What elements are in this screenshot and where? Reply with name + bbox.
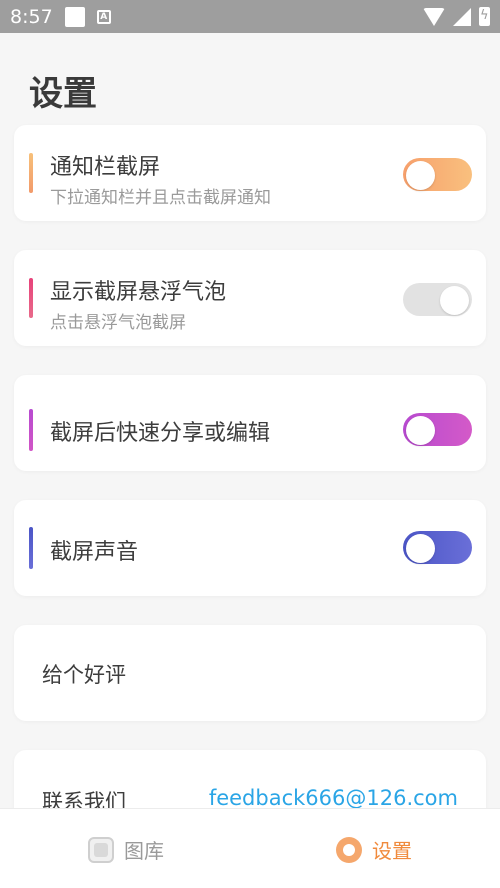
setting-notification-screenshot[interactable]: 通知栏截屏 下拉通知栏并且点击截屏通知 (14, 125, 486, 221)
contact-email-link[interactable]: feedback666@126.com (209, 786, 458, 810)
gallery-icon (88, 836, 114, 863)
setting-title: 截屏声音 (50, 540, 139, 565)
accent-bar (29, 527, 33, 569)
screenshot-sound-toggle[interactable] (403, 531, 472, 564)
setting-quick-share-edit[interactable]: 截屏后快速分享或编辑 (14, 375, 486, 471)
nav-settings-label: 设置 (372, 839, 412, 863)
toggle-knob (406, 534, 435, 563)
accent-bar (29, 409, 33, 451)
status-bar: 8:57 A (0, 0, 500, 33)
status-time: 8:57 (10, 5, 53, 28)
setting-subtitle: 下拉通知栏并且点击截屏通知 (50, 188, 271, 208)
bottom-navigation: 图库 设置 (0, 808, 500, 888)
settings-icon (336, 836, 362, 863)
floating-bubble-toggle[interactable] (403, 283, 472, 316)
notification-screenshot-toggle[interactable] (403, 158, 472, 191)
accent-bar (29, 153, 33, 193)
accent-bar (29, 278, 33, 318)
quick-share-edit-toggle[interactable] (403, 413, 472, 446)
setting-title: 通知栏截屏 (50, 155, 161, 180)
nav-gallery[interactable]: 图库 (88, 835, 164, 864)
nav-settings[interactable]: 设置 (336, 835, 412, 864)
toggle-knob (406, 161, 435, 190)
toggle-knob (440, 286, 469, 315)
page-title: 设置 (29, 74, 97, 114)
setting-title: 显示截屏悬浮气泡 (50, 280, 227, 305)
rate-app-item[interactable]: 给个好评 (14, 625, 486, 721)
battery-charging-icon (479, 7, 490, 26)
notification-square-icon (64, 6, 85, 27)
signal-icon (453, 7, 471, 26)
rate-label: 给个好评 (42, 663, 126, 687)
setting-screenshot-sound[interactable]: 截屏声音 (14, 500, 486, 596)
setting-title: 截屏后快速分享或编辑 (50, 421, 271, 446)
toggle-knob (406, 416, 435, 445)
setting-floating-bubble[interactable]: 显示截屏悬浮气泡 点击悬浮气泡截屏 (14, 250, 486, 346)
notification-a-icon: A (96, 9, 111, 24)
wifi-icon (423, 7, 445, 26)
setting-subtitle: 点击悬浮气泡截屏 (50, 313, 186, 333)
nav-gallery-label: 图库 (124, 839, 164, 863)
